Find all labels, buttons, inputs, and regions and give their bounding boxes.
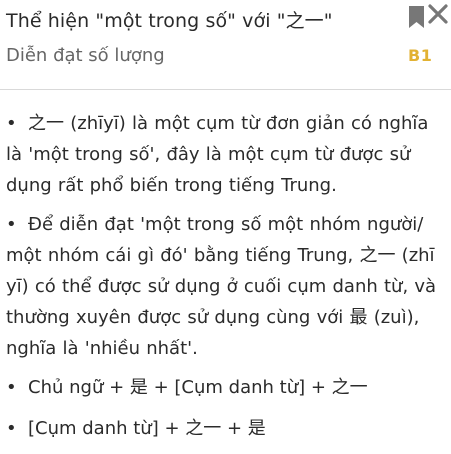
category-label: Diễn đạt số lượng [6,45,165,66]
content-body: • 之一 (zhīyī) là một cụm từ đơn giản có ng… [6,108,446,454]
bullet-marker: • [6,418,17,439]
explanation-paragraph: • Để diễn đạt 'một trong số một nhóm ngườ… [6,209,446,364]
grammar-formula: • Chủ ngữ + 是 + [Cụm danh từ] + 之一 [6,372,446,403]
bookmark-icon[interactable] [408,6,425,28]
grammar-formula: • [Cụm danh từ] + 之一 + 是 [6,413,446,444]
paragraph-text: 之一 (zhīyī) là một cụm từ đơn giản có ngh… [6,113,429,196]
bullet-marker: • [6,214,17,235]
bullet-marker: • [6,113,17,134]
explanation-paragraph: • 之一 (zhīyī) là một cụm từ đơn giản có ng… [6,108,446,201]
close-icon[interactable] [427,3,449,25]
header: Thể hiện "một trong số" với "之一" Diễn đạ… [0,0,451,90]
formula-text: Chủ ngữ + 是 + [Cụm danh từ] + 之一 [28,377,368,398]
page-title: Thể hiện "một trong số" với "之一" [6,10,333,32]
level-badge: B1 [408,46,433,65]
bullet-marker: • [6,377,17,398]
header-divider [0,89,451,90]
formula-text: [Cụm danh từ] + 之一 + 是 [28,418,266,439]
paragraph-text: Để diễn đạt 'một trong số một nhóm người… [6,214,437,359]
